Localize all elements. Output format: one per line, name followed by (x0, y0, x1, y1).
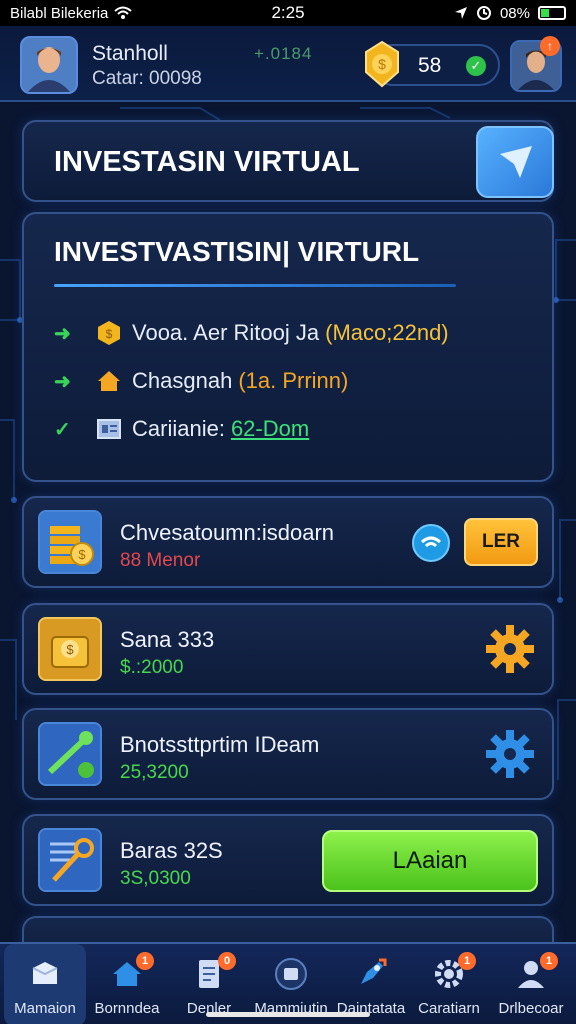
nav-badge: 1 (136, 952, 154, 970)
nav-label: Drlbecoar (498, 1000, 564, 1017)
item-title: Chvesatoumn:isdoarn (120, 520, 335, 545)
nav-label: Mamaion (14, 1000, 76, 1017)
home-icon (94, 366, 124, 396)
coin-icon: $ (94, 318, 124, 348)
item-action-button[interactable]: LER (464, 518, 538, 566)
nav-badge: 0 (218, 952, 236, 970)
user-subtitle: Catar: 00098 (92, 68, 202, 89)
arrow-icon: ➜ (54, 370, 71, 393)
status-bar: Bilabl Bilekeria 2:25 08% (0, 0, 576, 26)
user-name: Stanholl (92, 42, 168, 65)
svg-text:$: $ (378, 56, 386, 72)
info-value: 62-Dom (230, 416, 310, 441)
nav-item-profile[interactable]: 1 Drlbecoar (490, 944, 572, 1024)
svg-text:$: $ (106, 327, 113, 341)
info-label: Chasgnah (132, 368, 233, 393)
info-value: (1a. Prrinn) (238, 368, 349, 393)
list-item[interactable]: $ Sana 333 $.:2000 (22, 603, 554, 695)
check-icon: ✓ (54, 418, 71, 441)
info-label: Vooa. Aer Ritooj Ja (132, 320, 320, 345)
item-title: Bnotssttprtim IDeam (120, 732, 320, 757)
coin-stack-icon: $ (38, 510, 102, 574)
money-bag-icon: $ (38, 617, 102, 681)
avatar[interactable] (20, 36, 78, 94)
info-row: ➜ Chasgnah (1a. Prrinn) (54, 364, 348, 398)
nav-label: Bornndea (94, 1000, 160, 1017)
document-icon (94, 414, 124, 444)
list-item[interactable]: Baras 32S 3S,0300 LAaian (22, 814, 554, 906)
document-key-icon (38, 828, 102, 892)
item-action-button[interactable]: LAaian (322, 830, 538, 892)
investment-info-card: INVESTVASTISIN| VIRTURL ➜ $ Vooa. Aer Ri… (22, 212, 554, 482)
info-label: Cariianie: (132, 416, 225, 441)
notification-badge: ↑ (540, 36, 560, 56)
item-subtitle: 25,3200 (120, 762, 189, 783)
title-underline (54, 284, 456, 287)
send-icon (500, 146, 532, 178)
coin-value: 58 (418, 54, 442, 77)
arrow-icon: ➜ (54, 322, 71, 345)
section-title: INVESTVASTISIN| VIRTURL (54, 236, 420, 267)
coin-icon: $ (365, 40, 399, 88)
wallet-icon (275, 958, 307, 990)
nav-badge: 1 (458, 952, 476, 970)
rating-text: +.0184 (254, 44, 313, 63)
svg-text:$: $ (66, 642, 74, 657)
nav-label: Caratiarn (418, 1000, 480, 1017)
rocket-icon (361, 958, 387, 984)
item-subtitle: 88 Menor (120, 550, 201, 571)
nav-badge: 1 (540, 952, 558, 970)
box-icon (32, 962, 58, 984)
gear-icon[interactable] (482, 726, 538, 782)
clock: 2:25 (271, 3, 305, 22)
check-icon: ✓ (466, 56, 486, 76)
wifi-icon[interactable] (412, 524, 450, 562)
item-subtitle: $.:2000 (120, 657, 184, 678)
battery-icon (538, 6, 566, 20)
item-title: Baras 32S (120, 838, 223, 863)
growth-chart-icon (38, 722, 102, 786)
info-row: ✓ Cariianie: 62-Dom (54, 412, 309, 446)
home-indicator[interactable] (206, 1012, 370, 1017)
gear-icon[interactable] (482, 621, 538, 677)
item-title: Sana 333 (120, 627, 215, 652)
list-item[interactable]: Bnotssttprtim IDeam 25,3200 (22, 708, 554, 800)
nav-item-house[interactable]: 1 Bornndea (86, 944, 168, 1024)
person-icon (22, 38, 76, 92)
nav-item-settings[interactable]: 1 Caratiarn (408, 944, 490, 1024)
list-item[interactable]: $ Chvesatoumn:isdoarn 88 Menor LER (22, 496, 554, 588)
profile-header: Stanholl Catar: 00098 +.0184 $ 58 ✓ ↑ (0, 26, 576, 102)
info-row: ➜ $ Vooa. Aer Ritooj Ja (Maco;22nd) (54, 316, 449, 350)
send-button[interactable] (476, 126, 554, 198)
svg-text:$: $ (78, 547, 86, 562)
page-title: INVESTASIN VIRTUAL (54, 146, 360, 178)
info-value: (Maco;22nd) (325, 320, 449, 345)
title-card: INVESTASIN VIRTUAL (22, 120, 554, 202)
item-subtitle: 3S,0300 (120, 868, 191, 889)
nav-item-home[interactable]: Mamaion (4, 944, 86, 1024)
